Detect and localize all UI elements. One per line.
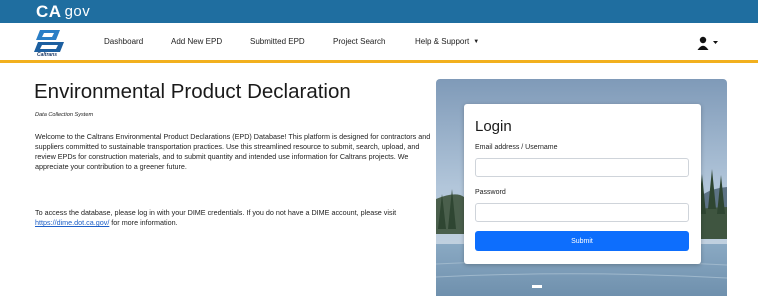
nav-help-support-label: Help & Support — [415, 37, 470, 46]
caltrans-logo-text: Caltrans — [37, 52, 58, 58]
nav-help-support[interactable]: Help & Support ▼ — [415, 37, 479, 46]
submit-button[interactable]: Submit — [475, 231, 689, 251]
nav-add-new-epd[interactable]: Add New EPD — [171, 37, 222, 46]
password-label: Password — [475, 189, 506, 196]
nav-project-search[interactable]: Project Search — [333, 37, 385, 46]
chevron-down-icon: ▼ — [473, 39, 480, 45]
login-title: Login — [475, 118, 512, 135]
main-navbar: Caltrans Dashboard Add New EPD Submitted… — [0, 23, 758, 63]
state-header-bar: CA gov — [0, 0, 758, 23]
access-text-after: for more information. — [109, 218, 178, 227]
access-paragraph: To access the database, please log in wi… — [35, 208, 435, 228]
intro-paragraph: Welcome to the Caltrans Environmental Pr… — [35, 132, 431, 171]
nav-submitted-epd[interactable]: Submitted EPD — [250, 37, 305, 46]
dime-link[interactable]: https://dime.dot.ca.gov/ — [35, 218, 109, 227]
page-title: Environmental Product Declaration — [34, 80, 351, 103]
ca-gov-logo[interactable]: CA gov — [36, 1, 90, 22]
ca-logo-text: CA — [36, 1, 62, 21]
user-menu-icon[interactable] — [697, 35, 719, 51]
nav-dashboard[interactable]: Dashboard — [104, 37, 143, 46]
access-text-before: To access the database, please log in wi… — [35, 208, 397, 217]
password-field[interactable] — [475, 203, 689, 222]
ca-logo-suffix: gov — [64, 3, 91, 20]
login-card: Login Email address / Username Password … — [464, 104, 701, 264]
email-label: Email address / Username — [475, 144, 558, 151]
page-subtitle: Data Collection System — [35, 112, 94, 118]
email-field[interactable] — [475, 158, 689, 177]
